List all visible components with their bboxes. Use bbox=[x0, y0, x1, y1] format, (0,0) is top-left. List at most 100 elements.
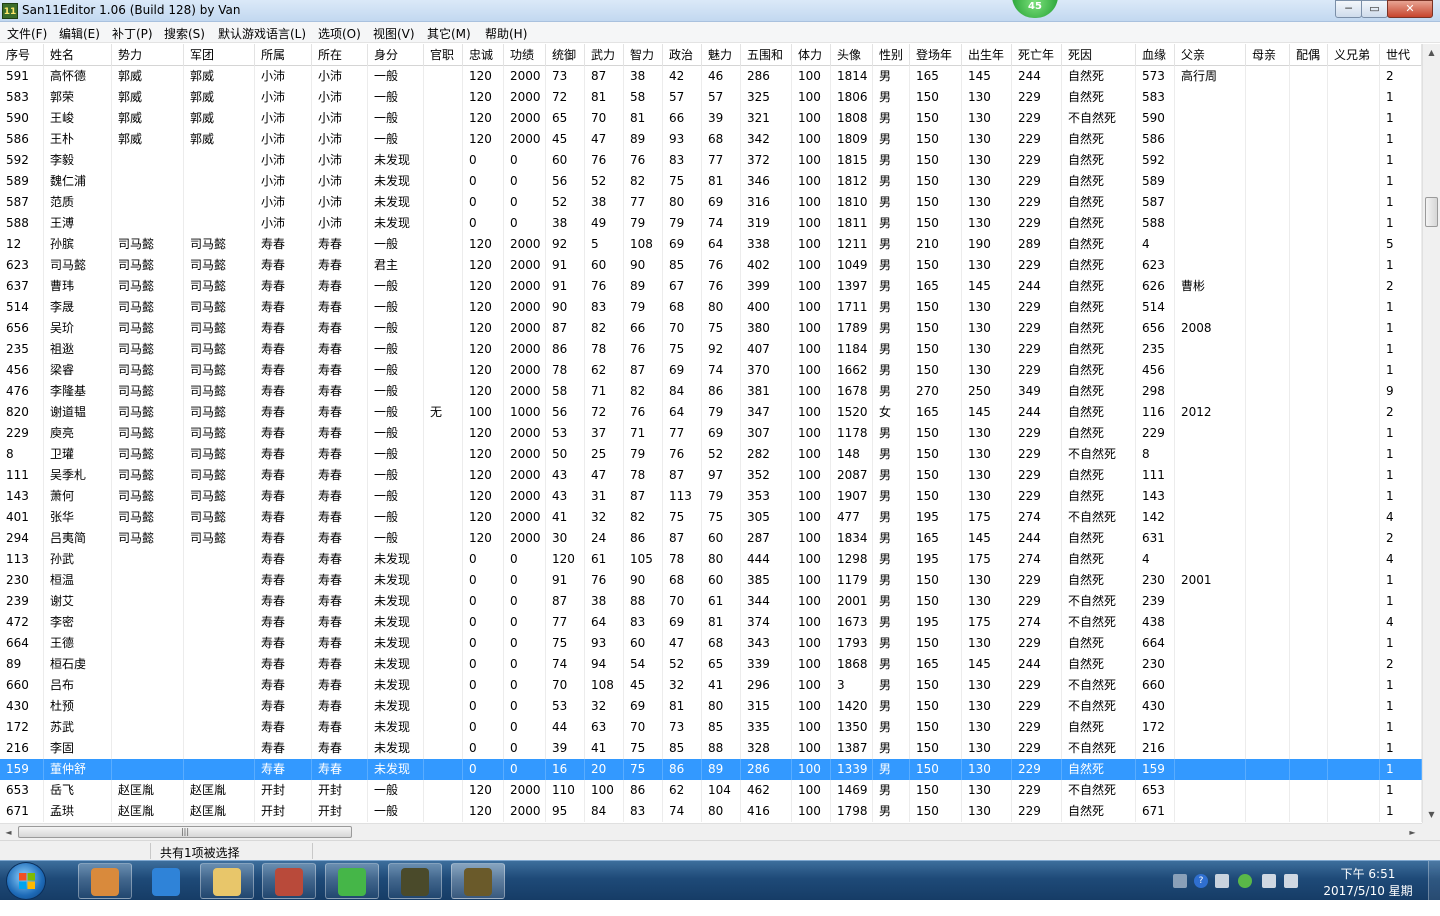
cell-office[interactable] bbox=[424, 150, 463, 171]
cell-intellect[interactable]: 87 bbox=[624, 486, 663, 507]
cell-death-cause[interactable]: 自然死 bbox=[1062, 465, 1136, 486]
cell-office[interactable] bbox=[424, 780, 463, 801]
cell-leadership[interactable]: 58 bbox=[546, 381, 585, 402]
show-desktop-button[interactable] bbox=[1428, 861, 1440, 901]
cell-location[interactable]: 寿春 bbox=[312, 381, 368, 402]
cell-charm[interactable]: 80 bbox=[702, 297, 741, 318]
cell-charm[interactable]: 88 bbox=[702, 738, 741, 759]
cell-intellect[interactable]: 87 bbox=[624, 360, 663, 381]
cell-charm[interactable]: 80 bbox=[702, 801, 741, 822]
cell-intellect[interactable]: 79 bbox=[624, 297, 663, 318]
cell-location[interactable]: 寿春 bbox=[312, 318, 368, 339]
cell-corps[interactable] bbox=[184, 192, 255, 213]
cell-generation[interactable]: 2 bbox=[1380, 402, 1422, 423]
cell-war[interactable]: 76 bbox=[585, 570, 624, 591]
cell-gender[interactable]: 男 bbox=[873, 675, 910, 696]
cell-merit[interactable]: 0 bbox=[504, 675, 546, 696]
cell-sworn-brother[interactable] bbox=[1328, 444, 1380, 465]
cell-location[interactable]: 开封 bbox=[312, 780, 368, 801]
table-row[interactable]: 230 桓温 寿春 寿春 未发现 0 0 91 76 90 68 60 385 100 1179 男 150 13… bbox=[0, 570, 1422, 591]
cell-sworn-brother[interactable] bbox=[1328, 507, 1380, 528]
cell-id[interactable]: 113 bbox=[0, 549, 44, 570]
app-icon[interactable]: 11 bbox=[2, 3, 18, 19]
cell-gender[interactable]: 男 bbox=[873, 528, 910, 549]
clock-date[interactable]: 2017/5/10 星期三 bbox=[1318, 882, 1418, 916]
cell-location[interactable]: 小沛 bbox=[312, 150, 368, 171]
maximize-button[interactable]: ▭ bbox=[1361, 0, 1388, 18]
table-row[interactable]: 592 李毅 小沛 小沛 未发现 0 0 60 76 76 83 77 372 100 1815 男 150 13… bbox=[0, 150, 1422, 171]
cell-mother[interactable] bbox=[1246, 234, 1290, 255]
cell-portrait[interactable]: 1793 bbox=[831, 633, 873, 654]
cell-corps[interactable]: 司马懿 bbox=[184, 234, 255, 255]
cell-status[interactable]: 一般 bbox=[368, 129, 424, 150]
cell-death[interactable]: 349 bbox=[1012, 381, 1062, 402]
cell-intellect[interactable]: 38 bbox=[624, 66, 663, 87]
cell-sworn-brother[interactable] bbox=[1328, 633, 1380, 654]
cell-status[interactable]: 一般 bbox=[368, 360, 424, 381]
cell-office[interactable] bbox=[424, 339, 463, 360]
cell-stamina[interactable]: 100 bbox=[792, 66, 831, 87]
cell-merit[interactable]: 2000 bbox=[504, 66, 546, 87]
cell-spouse[interactable] bbox=[1290, 570, 1328, 591]
cell-leadership[interactable]: 43 bbox=[546, 486, 585, 507]
cell-portrait[interactable]: 1673 bbox=[831, 612, 873, 633]
cell-death[interactable]: 244 bbox=[1012, 402, 1062, 423]
cell-leadership[interactable]: 87 bbox=[546, 591, 585, 612]
cell-affiliation[interactable]: 寿春 bbox=[255, 675, 312, 696]
cell-charm[interactable]: 64 bbox=[702, 234, 741, 255]
cell-merit[interactable]: 2000 bbox=[504, 423, 546, 444]
cell-generation[interactable]: 1 bbox=[1380, 318, 1422, 339]
column-header-affiliation[interactable]: 所属 bbox=[255, 44, 312, 66]
cell-merit[interactable]: 2000 bbox=[504, 360, 546, 381]
cell-total[interactable]: 374 bbox=[741, 612, 792, 633]
cell-war[interactable]: 61 bbox=[585, 549, 624, 570]
cell-death[interactable]: 229 bbox=[1012, 738, 1062, 759]
cell-loyalty[interactable]: 0 bbox=[463, 675, 504, 696]
cell-spouse[interactable] bbox=[1290, 528, 1328, 549]
cell-war[interactable]: 32 bbox=[585, 696, 624, 717]
column-header-location[interactable]: 所在 bbox=[312, 44, 368, 66]
cell-name[interactable]: 曹玮 bbox=[44, 276, 112, 297]
cell-loyalty[interactable]: 120 bbox=[463, 780, 504, 801]
cell-sworn-brother[interactable] bbox=[1328, 423, 1380, 444]
cell-status[interactable]: 君主 bbox=[368, 255, 424, 276]
cell-war[interactable]: 38 bbox=[585, 192, 624, 213]
menu-help[interactable]: 帮助(H) bbox=[485, 25, 527, 42]
cell-portrait[interactable]: 148 bbox=[831, 444, 873, 465]
cell-mother[interactable] bbox=[1246, 360, 1290, 381]
cell-affiliation[interactable]: 小沛 bbox=[255, 87, 312, 108]
cell-stamina[interactable]: 100 bbox=[792, 570, 831, 591]
cell-location[interactable]: 小沛 bbox=[312, 108, 368, 129]
cell-generation[interactable]: 1 bbox=[1380, 150, 1422, 171]
cell-war[interactable]: 72 bbox=[585, 402, 624, 423]
column-header-debut[interactable]: 登场年 bbox=[910, 44, 962, 66]
cell-location[interactable]: 寿春 bbox=[312, 255, 368, 276]
taskbar-explorer[interactable] bbox=[200, 863, 254, 899]
cell-total[interactable]: 353 bbox=[741, 486, 792, 507]
cell-merit[interactable]: 0 bbox=[504, 759, 546, 780]
cell-force[interactable]: 司马懿 bbox=[112, 528, 184, 549]
cell-loyalty[interactable]: 120 bbox=[463, 255, 504, 276]
table-row[interactable]: 172 苏武 寿春 寿春 未发现 0 0 44 63 70 73 85 335 100 1350 男 150 13… bbox=[0, 717, 1422, 738]
cell-gender[interactable]: 男 bbox=[873, 87, 910, 108]
cell-blood[interactable]: 653 bbox=[1136, 780, 1175, 801]
cell-generation[interactable]: 1 bbox=[1380, 696, 1422, 717]
cell-spouse[interactable] bbox=[1290, 276, 1328, 297]
cell-spouse[interactable] bbox=[1290, 633, 1328, 654]
cell-loyalty[interactable]: 120 bbox=[463, 465, 504, 486]
cell-office[interactable] bbox=[424, 465, 463, 486]
cell-death[interactable]: 229 bbox=[1012, 675, 1062, 696]
cell-name[interactable]: 孙膑 bbox=[44, 234, 112, 255]
cell-leadership[interactable]: 120 bbox=[546, 549, 585, 570]
cell-status[interactable]: 一般 bbox=[368, 276, 424, 297]
cell-affiliation[interactable]: 小沛 bbox=[255, 150, 312, 171]
cell-stamina[interactable]: 100 bbox=[792, 717, 831, 738]
cell-leadership[interactable]: 86 bbox=[546, 339, 585, 360]
cell-corps[interactable]: 司马懿 bbox=[184, 276, 255, 297]
cell-affiliation[interactable]: 小沛 bbox=[255, 129, 312, 150]
cell-mother[interactable] bbox=[1246, 66, 1290, 87]
cell-sworn-brother[interactable] bbox=[1328, 549, 1380, 570]
cell-mother[interactable] bbox=[1246, 255, 1290, 276]
cell-id[interactable]: 587 bbox=[0, 192, 44, 213]
cell-id[interactable]: 89 bbox=[0, 654, 44, 675]
